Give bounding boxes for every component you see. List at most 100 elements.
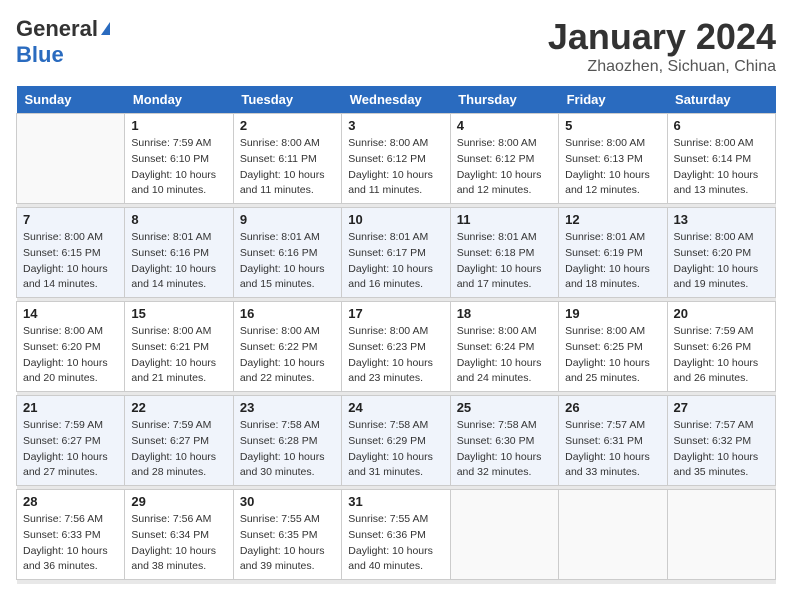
calendar-cell: 11Sunrise: 8:01 AMSunset: 6:18 PMDayligh… — [450, 208, 558, 298]
date-number: 11 — [457, 212, 552, 227]
date-number: 7 — [23, 212, 118, 227]
title-section: January 2024 Zhaozhen, Sichuan, China — [548, 16, 776, 76]
day-header-thursday: Thursday — [450, 86, 558, 114]
date-number: 8 — [131, 212, 226, 227]
calendar-cell — [559, 490, 667, 580]
date-number: 23 — [240, 400, 335, 415]
cell-info: Sunrise: 8:01 AMSunset: 6:17 PMDaylight:… — [348, 230, 443, 293]
date-number: 14 — [23, 306, 118, 321]
cell-info: Sunrise: 8:00 AMSunset: 6:25 PMDaylight:… — [565, 324, 660, 387]
location-title: Zhaozhen, Sichuan, China — [548, 58, 776, 76]
cell-info: Sunrise: 7:59 AMSunset: 6:27 PMDaylight:… — [23, 418, 118, 481]
cell-info: Sunrise: 8:00 AMSunset: 6:12 PMDaylight:… — [348, 136, 443, 199]
date-number: 25 — [457, 400, 552, 415]
week-row-3: 14 Sunrise: 8:00 AMSunset: 6:20 PMDayligh… — [17, 302, 776, 392]
calendar-cell: 5Sunrise: 8:00 AMSunset: 6:13 PMDaylight… — [559, 114, 667, 204]
date-number: 17 — [348, 306, 443, 321]
calendar-cell: 22 Sunrise: 7:59 AMSunset: 6:27 PMDayligh… — [125, 396, 233, 486]
calendar-cell: 31 Sunrise: 7:55 AMSunset: 6:36 PMDayligh… — [342, 490, 450, 580]
date-number: 1 — [131, 118, 226, 133]
date-number: 3 — [348, 118, 443, 133]
date-number: 2 — [240, 118, 335, 133]
cell-info: Sunrise: 7:56 AMSunset: 6:33 PMDaylight:… — [23, 512, 118, 575]
date-number: 9 — [240, 212, 335, 227]
calendar-cell: 14 Sunrise: 8:00 AMSunset: 6:20 PMDayligh… — [17, 302, 125, 392]
cell-info: Sunrise: 8:00 AMSunset: 6:11 PMDaylight:… — [240, 136, 335, 199]
cell-info: Sunrise: 7:59 AMSunset: 6:27 PMDaylight:… — [131, 418, 226, 481]
week-spacer — [17, 580, 776, 584]
date-number: 22 — [131, 400, 226, 415]
week-row-5: 28 Sunrise: 7:56 AMSunset: 6:33 PMDayligh… — [17, 490, 776, 580]
calendar-cell: 4 Sunrise: 8:00 AMSunset: 6:12 PMDaylight… — [450, 114, 558, 204]
calendar-cell: 1 Sunrise: 7:59 AMSunset: 6:10 PMDaylight… — [125, 114, 233, 204]
calendar-cell: 12Sunrise: 8:01 AMSunset: 6:19 PMDayligh… — [559, 208, 667, 298]
date-number: 4 — [457, 118, 552, 133]
day-header-saturday: Saturday — [667, 86, 775, 114]
cell-info: Sunrise: 8:01 AMSunset: 6:16 PMDaylight:… — [131, 230, 226, 293]
calendar-cell: 9Sunrise: 8:01 AMSunset: 6:16 PMDaylight… — [233, 208, 341, 298]
calendar-cell: 18 Sunrise: 8:00 AMSunset: 6:24 PMDayligh… — [450, 302, 558, 392]
cell-info: Sunrise: 8:00 AMSunset: 6:15 PMDaylight:… — [23, 230, 118, 293]
cell-info: Sunrise: 8:00 AMSunset: 6:21 PMDaylight:… — [131, 324, 226, 387]
cell-info: Sunrise: 7:59 AMSunset: 6:10 PMDaylight:… — [131, 136, 226, 199]
calendar-cell: 27Sunrise: 7:57 AMSunset: 6:32 PMDayligh… — [667, 396, 775, 486]
calendar-cell: 23 Sunrise: 7:58 AMSunset: 6:28 PMDayligh… — [233, 396, 341, 486]
logo-arrow-icon — [101, 22, 110, 35]
date-number: 24 — [348, 400, 443, 415]
date-number: 30 — [240, 494, 335, 509]
cell-info: Sunrise: 8:00 AMSunset: 6:20 PMDaylight:… — [674, 230, 769, 293]
cell-info: Sunrise: 8:00 AMSunset: 6:12 PMDaylight:… — [457, 136, 552, 199]
days-header-row: SundayMondayTuesdayWednesdayThursdayFrid… — [17, 86, 776, 114]
calendar-cell: 21 Sunrise: 7:59 AMSunset: 6:27 PMDayligh… — [17, 396, 125, 486]
calendar-cell — [667, 490, 775, 580]
date-number: 21 — [23, 400, 118, 415]
calendar-cell: 6 Sunrise: 8:00 AMSunset: 6:14 PMDaylight… — [667, 114, 775, 204]
cell-info: Sunrise: 8:01 AMSunset: 6:19 PMDaylight:… — [565, 230, 660, 293]
calendar-cell: 7 Sunrise: 8:00 AMSunset: 6:15 PMDaylight… — [17, 208, 125, 298]
calendar-cell — [17, 114, 125, 204]
date-number: 26 — [565, 400, 660, 415]
cell-info: Sunrise: 7:59 AMSunset: 6:26 PMDaylight:… — [674, 324, 769, 387]
cell-info: Sunrise: 8:00 AMSunset: 6:23 PMDaylight:… — [348, 324, 443, 387]
cell-info: Sunrise: 8:00 AMSunset: 6:20 PMDaylight:… — [23, 324, 118, 387]
page-header: General Blue January 2024 Zhaozhen, Sich… — [16, 16, 776, 76]
date-number: 13 — [674, 212, 769, 227]
calendar-cell: 24 Sunrise: 7:58 AMSunset: 6:29 PMDayligh… — [342, 396, 450, 486]
cell-info: Sunrise: 7:55 AMSunset: 6:36 PMDaylight:… — [348, 512, 443, 575]
calendar-cell: 20Sunrise: 7:59 AMSunset: 6:26 PMDayligh… — [667, 302, 775, 392]
cell-info: Sunrise: 8:00 AMSunset: 6:24 PMDaylight:… — [457, 324, 552, 387]
cell-info: Sunrise: 8:00 AMSunset: 6:22 PMDaylight:… — [240, 324, 335, 387]
date-number: 18 — [457, 306, 552, 321]
calendar-cell: 16Sunrise: 8:00 AMSunset: 6:22 PMDayligh… — [233, 302, 341, 392]
week-row-2: 7 Sunrise: 8:00 AMSunset: 6:15 PMDaylight… — [17, 208, 776, 298]
day-header-friday: Friday — [559, 86, 667, 114]
calendar-table: SundayMondayTuesdayWednesdayThursdayFrid… — [16, 86, 776, 584]
day-header-sunday: Sunday — [17, 86, 125, 114]
logo: General Blue — [16, 16, 110, 68]
cell-info: Sunrise: 8:00 AMSunset: 6:14 PMDaylight:… — [674, 136, 769, 199]
calendar-cell: 30 Sunrise: 7:55 AMSunset: 6:35 PMDayligh… — [233, 490, 341, 580]
calendar-cell: 17 Sunrise: 8:00 AMSunset: 6:23 PMDayligh… — [342, 302, 450, 392]
date-number: 6 — [674, 118, 769, 133]
cell-info: Sunrise: 7:58 AMSunset: 6:29 PMDaylight:… — [348, 418, 443, 481]
calendar-cell: 15 Sunrise: 8:00 AMSunset: 6:21 PMDayligh… — [125, 302, 233, 392]
calendar-cell: 3 Sunrise: 8:00 AMSunset: 6:12 PMDaylight… — [342, 114, 450, 204]
date-number: 27 — [674, 400, 769, 415]
date-number: 15 — [131, 306, 226, 321]
cell-info: Sunrise: 7:55 AMSunset: 6:35 PMDaylight:… — [240, 512, 335, 575]
cell-info: Sunrise: 7:58 AMSunset: 6:28 PMDaylight:… — [240, 418, 335, 481]
day-header-wednesday: Wednesday — [342, 86, 450, 114]
day-header-tuesday: Tuesday — [233, 86, 341, 114]
calendar-cell: 25Sunrise: 7:58 AMSunset: 6:30 PMDayligh… — [450, 396, 558, 486]
calendar-cell: 13 Sunrise: 8:00 AMSunset: 6:20 PMDayligh… — [667, 208, 775, 298]
calendar-cell: 26Sunrise: 7:57 AMSunset: 6:31 PMDayligh… — [559, 396, 667, 486]
calendar-cell: 28 Sunrise: 7:56 AMSunset: 6:33 PMDayligh… — [17, 490, 125, 580]
calendar-cell: 8 Sunrise: 8:01 AMSunset: 6:16 PMDaylight… — [125, 208, 233, 298]
logo-blue-text: Blue — [16, 42, 64, 67]
week-row-4: 21 Sunrise: 7:59 AMSunset: 6:27 PMDayligh… — [17, 396, 776, 486]
date-number: 19 — [565, 306, 660, 321]
cell-info: Sunrise: 8:00 AMSunset: 6:13 PMDaylight:… — [565, 136, 660, 199]
week-row-1: 1 Sunrise: 7:59 AMSunset: 6:10 PMDaylight… — [17, 114, 776, 204]
date-number: 28 — [23, 494, 118, 509]
date-number: 31 — [348, 494, 443, 509]
